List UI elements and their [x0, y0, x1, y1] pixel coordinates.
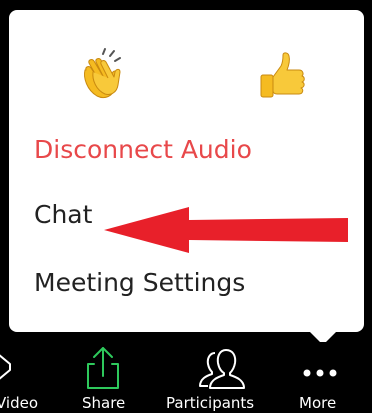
toolbar-share-label: Share: [82, 394, 126, 412]
toolbar-more-label: More: [299, 394, 337, 412]
reactions-row: [9, 10, 364, 110]
toolbar-participants-button[interactable]: Participants: [166, 342, 278, 413]
red-annotation-arrow-icon: [104, 207, 348, 253]
participants-icon: [199, 349, 245, 389]
meeting-settings-menu-item[interactable]: Meeting Settings: [34, 267, 245, 299]
toolbar-more-button[interactable]: More: [296, 342, 346, 413]
chat-menu-item[interactable]: Chat: [34, 199, 92, 231]
thumbs-up-reaction-button[interactable]: [255, 48, 311, 104]
video-camera-icon: [0, 354, 11, 380]
share-upload-icon: [87, 347, 119, 389]
toolbar-share-button[interactable]: Share: [78, 342, 134, 413]
toolbar-video-label: Video: [0, 394, 39, 412]
toolbar-video-button[interactable]: Video: [0, 342, 46, 413]
meeting-toolbar: Video Share Participants More: [0, 342, 372, 413]
disconnect-audio-menu-item[interactable]: Disconnect Audio: [34, 134, 252, 166]
toolbar-participants-label: Participants: [166, 394, 255, 412]
more-dots-icon: [303, 369, 337, 377]
thumbs-up-icon: [260, 52, 305, 98]
clapping-hands-icon: [84, 48, 121, 99]
more-menu-popup: Disconnect Audio Chat Meeting Settings: [9, 10, 364, 332]
clap-reaction-button[interactable]: [73, 48, 129, 104]
